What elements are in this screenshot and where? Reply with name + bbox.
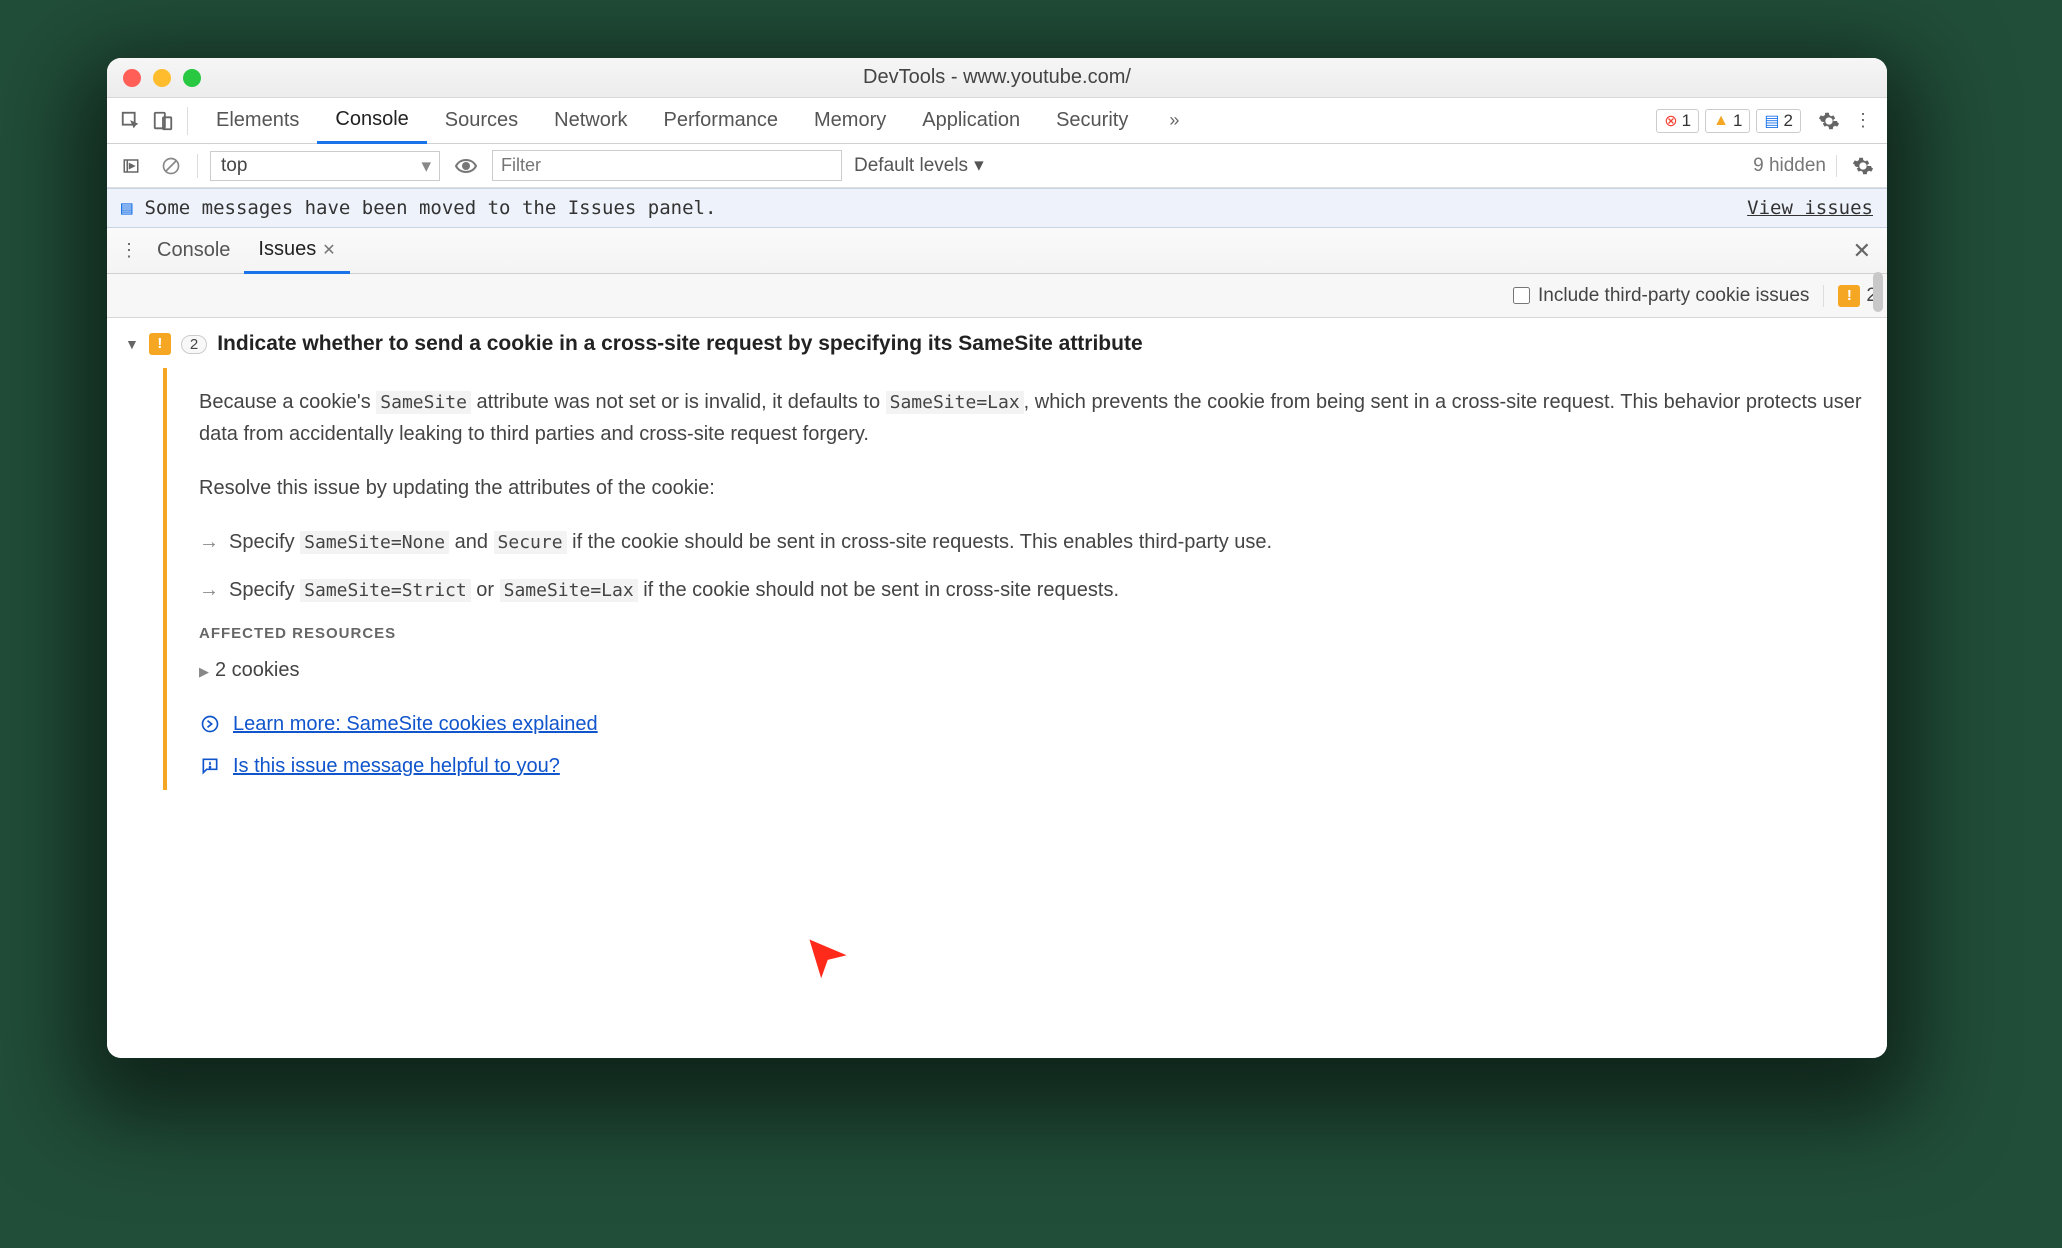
filter-input[interactable] (492, 150, 842, 181)
issues-content: ▼ 2 Indicate whether to send a cookie in… (107, 318, 1887, 1058)
issue-resolve: Resolve this issue by updating the attri… (199, 472, 1865, 504)
console-settings-icon[interactable] (1849, 152, 1877, 180)
inspect-element-icon[interactable] (117, 107, 145, 135)
feedback-icon (199, 755, 221, 777)
close-drawer-icon[interactable]: ✕ (1845, 238, 1879, 264)
scrollbar-thumb[interactable] (1873, 272, 1883, 312)
tab-security[interactable]: Security (1038, 98, 1146, 143)
window-title: DevTools - www.youtube.com/ (107, 66, 1887, 89)
message-icon: ▤ (121, 197, 132, 219)
drawer-tab-issues[interactable]: Issues✕ (244, 229, 349, 274)
affected-resources-item[interactable]: ▶2 cookies (199, 654, 1865, 686)
drawer-tab-console[interactable]: Console (143, 228, 244, 273)
main-tab-bar: Elements Console Sources Network Perform… (107, 98, 1887, 144)
tab-sources[interactable]: Sources (427, 98, 536, 143)
warnings-badge[interactable]: ▲1 (1705, 109, 1750, 133)
execution-context-icon[interactable] (117, 152, 145, 180)
disclosure-triangle-icon: ▶ (199, 664, 209, 679)
arrow-icon: → (199, 574, 219, 606)
tab-network[interactable]: Network (536, 98, 645, 143)
issue-header[interactable]: ▼ 2 Indicate whether to send a cookie in… (125, 332, 1869, 356)
affected-resources-header: AFFECTED RESOURCES (199, 622, 1865, 646)
more-tabs-icon[interactable]: » (1160, 107, 1188, 135)
issue-bullet-1: → Specify SameSite=None and Secure if th… (199, 526, 1865, 558)
tab-memory[interactable]: Memory (796, 98, 904, 143)
expand-icon[interactable]: ▼ (125, 336, 139, 352)
device-toolbar-icon[interactable] (149, 107, 177, 135)
issue-body: Because a cookie's SameSite attribute wa… (163, 368, 1869, 790)
tab-elements[interactable]: Elements (198, 98, 317, 143)
issues-options-bar: Include third-party cookie issues 2 (107, 274, 1887, 318)
clear-console-icon[interactable] (157, 152, 185, 180)
issue-bullet-2: → Specify SameSite=Strict or SameSite=La… (199, 574, 1865, 606)
issue-title: Indicate whether to send a cookie in a c… (217, 332, 1142, 356)
drawer-more-icon[interactable]: ⋮ (115, 237, 143, 265)
drawer-tab-bar: ⋮ Console Issues✕ ✕ (107, 228, 1887, 274)
issue-count-pill: 2 (181, 335, 207, 354)
more-options-icon[interactable]: ⋮ (1849, 107, 1877, 135)
issues-count-badge: 2 (1823, 285, 1877, 307)
tab-console[interactable]: Console (317, 99, 426, 144)
live-expression-icon[interactable] (452, 152, 480, 180)
settings-icon[interactable] (1815, 107, 1843, 135)
main-tabs: Elements Console Sources Network Perform… (198, 98, 1188, 143)
external-link-icon (199, 713, 221, 735)
context-selector[interactable]: top (210, 151, 440, 181)
issues-banner: ▤ Some messages have been moved to the I… (107, 188, 1887, 228)
tab-performance[interactable]: Performance (646, 98, 797, 143)
close-tab-icon[interactable]: ✕ (322, 240, 335, 260)
learn-more-row: Learn more: SameSite cookies explained (199, 710, 1865, 738)
feedback-row: Is this issue message helpful to you? (199, 752, 1865, 780)
hidden-messages-count[interactable]: 9 hidden (1753, 155, 1837, 177)
log-levels-selector[interactable]: Default levels▾ (854, 154, 984, 177)
arrow-icon: → (199, 526, 219, 558)
titlebar: DevTools - www.youtube.com/ (107, 58, 1887, 98)
learn-more-link[interactable]: Learn more: SameSite cookies explained (233, 710, 598, 738)
messages-badge[interactable]: ▤2 (1756, 109, 1801, 133)
view-issues-link[interactable]: View issues (1747, 197, 1873, 219)
issue-icon (1838, 285, 1860, 307)
devtools-window: DevTools - www.youtube.com/ Elements Con… (107, 58, 1887, 1058)
third-party-checkbox[interactable]: Include third-party cookie issues (1513, 285, 1809, 307)
banner-text: Some messages have been moved to the Iss… (144, 197, 716, 219)
issue-description: Because a cookie's SameSite attribute wa… (199, 386, 1865, 450)
feedback-link[interactable]: Is this issue message helpful to you? (233, 752, 560, 780)
issue-icon (149, 333, 171, 355)
console-filter-bar: top Default levels▾ 9 hidden (107, 144, 1887, 188)
errors-badge[interactable]: ⊗1 (1656, 109, 1699, 133)
tab-application[interactable]: Application (904, 98, 1038, 143)
